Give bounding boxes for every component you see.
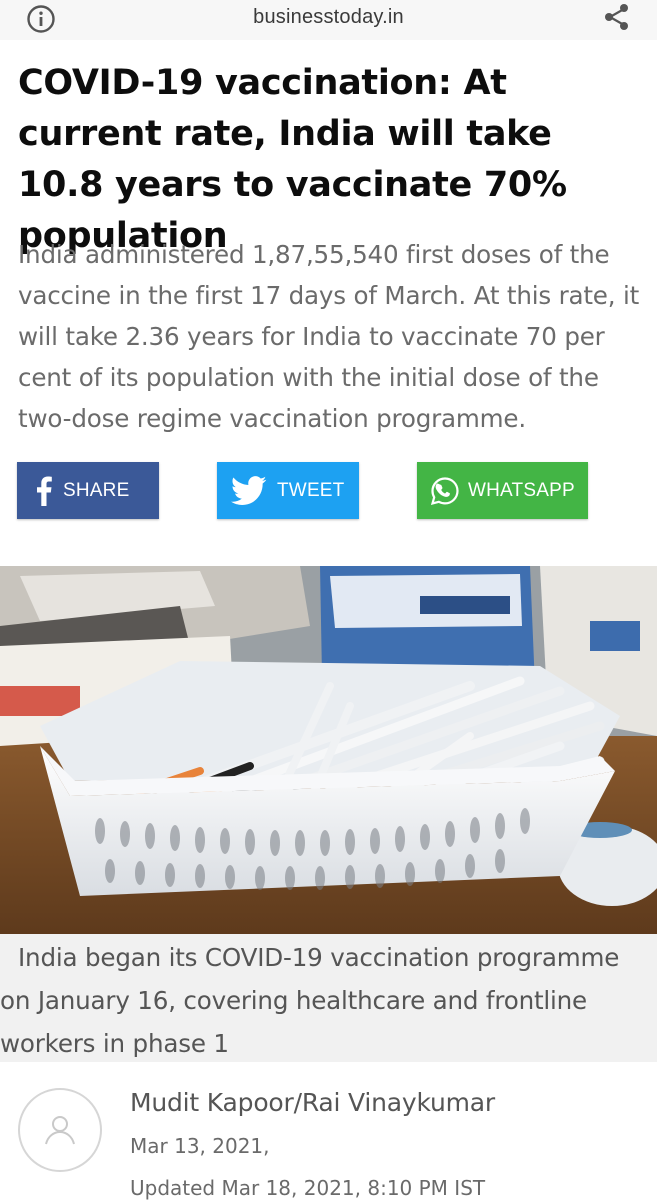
updated-date: Updated Mar 18, 2021, 8:10 PM IST bbox=[130, 1176, 486, 1200]
facebook-share-button[interactable]: SHARE bbox=[17, 462, 159, 519]
user-icon bbox=[45, 1116, 75, 1145]
site-domain: businesstoday.in bbox=[253, 6, 404, 28]
twitter-bird-icon bbox=[229, 475, 269, 506]
share-icon[interactable] bbox=[601, 1, 633, 33]
author-avatar bbox=[18, 1088, 102, 1172]
photo-caption: India began its COVID-19 vaccination pro… bbox=[0, 943, 620, 1058]
twitter-tweet-label: TWEET bbox=[277, 479, 345, 501]
article-summary: India administered 1,87,55,540 first dos… bbox=[18, 240, 640, 433]
whatsapp-share-label: WHATSAPP bbox=[468, 479, 575, 501]
article-photo bbox=[0, 566, 657, 934]
article-headline: COVID-19 vaccination: At current rate, I… bbox=[18, 63, 567, 256]
author-name[interactable]: Mudit Kapoor/Rai Vinaykumar bbox=[130, 1088, 495, 1117]
browser-top-bar: businesstoday.in bbox=[0, 0, 657, 40]
whatsapp-icon bbox=[428, 475, 462, 507]
publish-date: Mar 13, 2021, bbox=[130, 1134, 270, 1158]
facebook-icon bbox=[31, 476, 57, 506]
whatsapp-share-button[interactable]: WHATSAPP bbox=[417, 462, 588, 519]
twitter-tweet-button[interactable]: TWEET bbox=[217, 462, 359, 519]
facebook-share-label: SHARE bbox=[63, 479, 130, 501]
